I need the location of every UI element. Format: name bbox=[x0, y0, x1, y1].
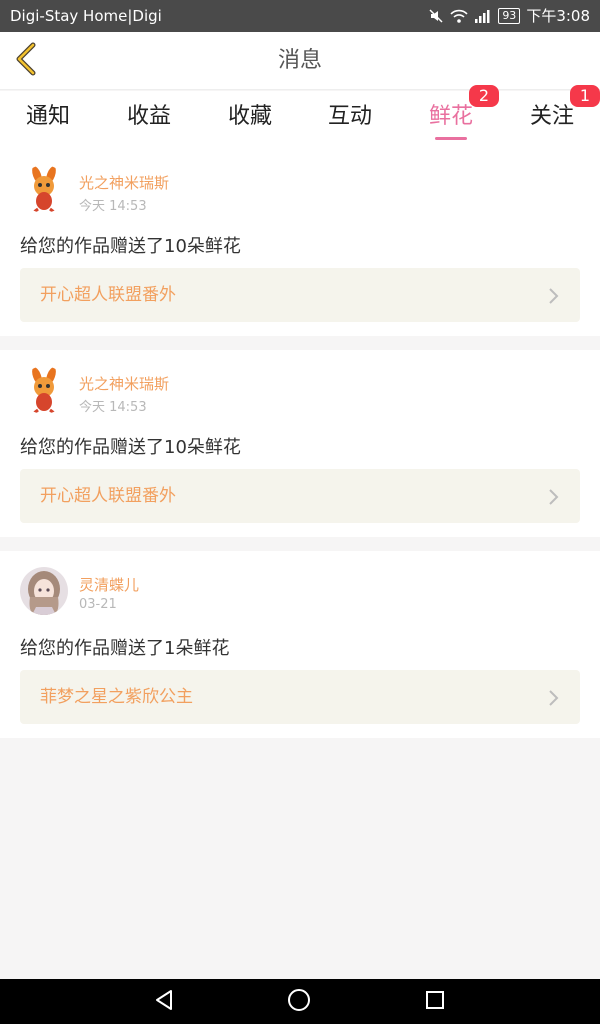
signal-icon bbox=[474, 8, 492, 24]
system-nav-bar bbox=[0, 979, 600, 1024]
sender-name[interactable]: 灵清蝶儿 bbox=[79, 574, 139, 595]
sender-name[interactable]: 光之神米瑞斯 bbox=[79, 373, 169, 394]
flowers-count-badge: 2 bbox=[469, 85, 499, 107]
tab-follows[interactable]: 关注 1 bbox=[502, 85, 600, 149]
page-title: 消息 bbox=[277, 48, 322, 73]
avatar[interactable] bbox=[20, 366, 68, 414]
tab-label: 互动 bbox=[327, 104, 372, 129]
tab-flowers[interactable]: 鲜花 2 bbox=[401, 85, 501, 149]
work-title: 菲梦之星之紫欣公主 bbox=[40, 687, 193, 707]
message-text: 给您的作品赠送了1朵鲜花 bbox=[20, 638, 230, 659]
nav-home-button[interactable] bbox=[269, 979, 329, 1024]
work-link[interactable]: 开心超人联盟番外 bbox=[20, 268, 580, 322]
message-list: 光之神米瑞斯 今天 14:53 给您的作品赠送了10朵鲜花 开心超人联盟番外 光… bbox=[0, 149, 600, 738]
active-tab-indicator bbox=[435, 137, 467, 140]
triangle-back-icon bbox=[153, 989, 175, 1015]
tab-label: 收益 bbox=[126, 104, 171, 129]
work-link[interactable]: 菲梦之星之紫欣公主 bbox=[20, 670, 580, 724]
message-time: 今天 14:53 bbox=[79, 400, 147, 415]
square-recents-icon bbox=[425, 990, 445, 1014]
message-time: 今天 14:53 bbox=[79, 199, 147, 214]
avatar[interactable] bbox=[20, 567, 68, 615]
battery-icon: 93 bbox=[498, 8, 521, 24]
sender-name[interactable]: 光之神米瑞斯 bbox=[79, 172, 169, 193]
chevron-right-icon bbox=[548, 488, 560, 510]
message-item: 灵清蝶儿 03-21 给您的作品赠送了1朵鲜花 菲梦之星之紫欣公主 bbox=[0, 551, 600, 738]
avatar[interactable] bbox=[20, 165, 68, 213]
chevron-right-icon bbox=[548, 287, 560, 309]
divider bbox=[0, 537, 600, 551]
top-header: 消息 bbox=[0, 32, 600, 90]
mute-icon bbox=[428, 8, 444, 24]
work-title: 开心超人联盟番外 bbox=[40, 486, 176, 506]
message-text: 给您的作品赠送了10朵鲜花 bbox=[20, 236, 241, 257]
divider bbox=[0, 336, 600, 350]
message-text: 给您的作品赠送了10朵鲜花 bbox=[20, 437, 241, 458]
work-link[interactable]: 开心超人联盟番外 bbox=[20, 469, 580, 523]
tab-bar: 通知 收益 收藏 互动 鲜花 2 关注 1 bbox=[0, 85, 600, 149]
circle-home-icon bbox=[287, 988, 311, 1016]
nav-recents-button[interactable] bbox=[405, 979, 465, 1024]
message-item: 光之神米瑞斯 今天 14:53 给您的作品赠送了10朵鲜花 开心超人联盟番外 bbox=[0, 350, 600, 537]
tab-earnings[interactable]: 收益 bbox=[99, 91, 199, 149]
wifi-icon bbox=[450, 8, 468, 24]
tab-label: 鲜花 bbox=[428, 104, 473, 129]
tab-interactions[interactable]: 互动 bbox=[300, 91, 400, 149]
status-time: 下午3:08 bbox=[526, 7, 590, 25]
tab-label: 关注 bbox=[529, 104, 574, 129]
status-bar: Digi-Stay Home|Digi 93 下午3:08 bbox=[0, 0, 600, 32]
carrier-text: Digi-Stay Home|Digi bbox=[10, 7, 162, 25]
tab-notifications[interactable]: 通知 bbox=[0, 91, 98, 149]
message-item: 光之神米瑞斯 今天 14:53 给您的作品赠送了10朵鲜花 开心超人联盟番外 bbox=[0, 149, 600, 336]
tab-label: 通知 bbox=[25, 104, 70, 129]
status-icons: 93 下午3:08 bbox=[428, 0, 590, 32]
nav-back-button[interactable] bbox=[134, 979, 194, 1024]
follows-count-badge: 1 bbox=[570, 85, 600, 107]
tab-label: 收藏 bbox=[227, 104, 272, 129]
chevron-right-icon bbox=[548, 689, 560, 711]
work-title: 开心超人联盟番外 bbox=[40, 285, 176, 305]
tab-favorites[interactable]: 收藏 bbox=[200, 91, 300, 149]
message-time: 03-21 bbox=[79, 597, 117, 612]
